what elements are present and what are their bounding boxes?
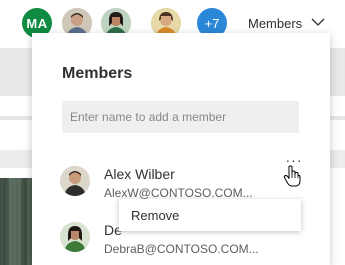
hand-pointer-cursor-icon (283, 165, 301, 187)
person-photo-icon (60, 222, 90, 252)
member-context-menu: Remove (119, 199, 301, 231)
members-panel: Members Alex Wilber AlexW@CONTOSO.COM...… (32, 33, 330, 265)
avatar (60, 222, 90, 252)
person-photo-icon (60, 166, 90, 196)
member-email: DebraB@CONTOSO.COM... (104, 242, 259, 256)
add-member-input[interactable] (62, 101, 299, 133)
avatar (60, 166, 90, 196)
members-dropdown-label[interactable]: Members (248, 16, 302, 31)
member-name: Alex Wilber (104, 166, 175, 182)
remove-menu-item[interactable]: Remove (131, 208, 179, 223)
panel-title: Members (62, 65, 133, 82)
member-email: AlexW@CONTOSO.COM... (104, 186, 253, 200)
chevron-down-icon[interactable] (311, 17, 325, 27)
